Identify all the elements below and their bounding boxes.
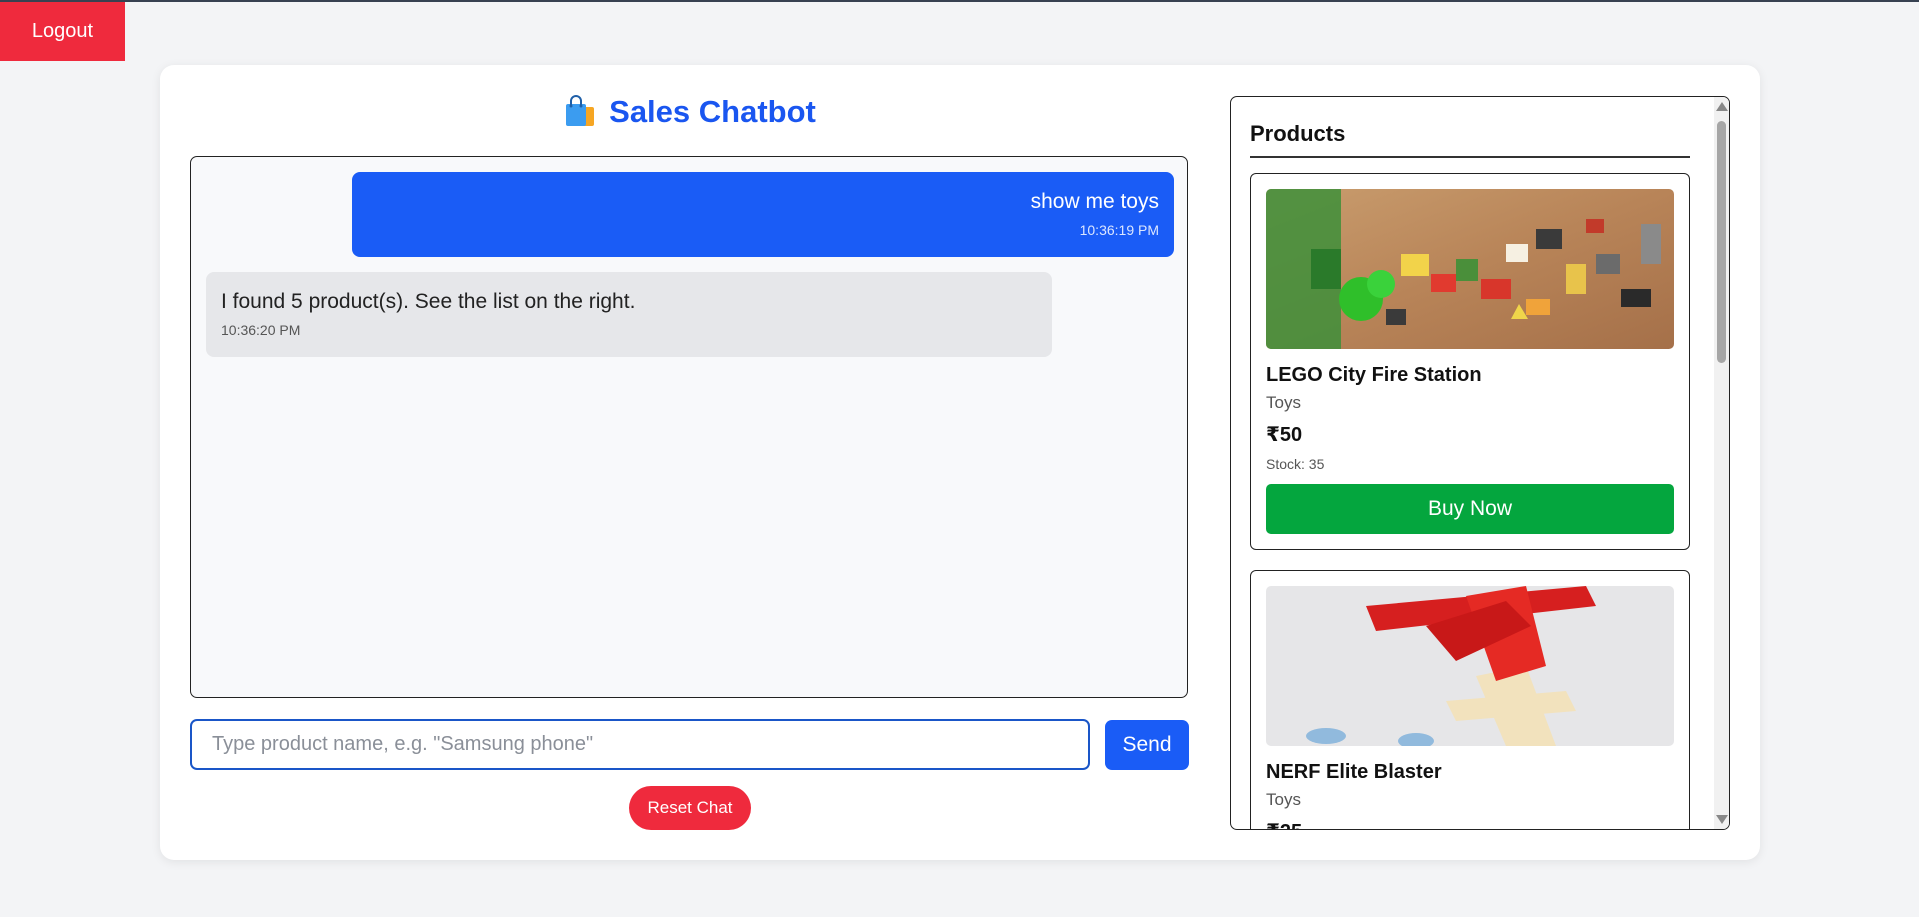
product-stock: Stock: 35	[1266, 456, 1325, 472]
bot-message-text: I found 5 product(s). See the list on th…	[221, 290, 636, 313]
user-message: show me toys 10:36:19 PM	[352, 172, 1174, 257]
bot-message-time: 10:36:20 PM	[221, 322, 301, 338]
product-image	[1266, 189, 1674, 349]
product-category: Toys	[1266, 393, 1301, 412]
user-message-time: 10:36:19 PM	[1079, 222, 1159, 238]
products-scrollbar[interactable]	[1714, 97, 1729, 829]
products-title: Products	[1250, 121, 1346, 146]
chat-window[interactable]: show me toys 10:36:19 PM I found 5 produ…	[190, 156, 1188, 698]
product-price: ₹50	[1266, 424, 1303, 446]
bot-message: I found 5 product(s). See the list on th…	[206, 272, 1052, 357]
products-panel[interactable]: Products LEGO City Fire Station Toys ₹50…	[1230, 96, 1730, 830]
product-card: LEGO City Fire Station Toys ₹50 Stock: 3…	[1250, 173, 1690, 550]
reset-chat-button[interactable]: Reset Chat	[629, 786, 751, 830]
scroll-up-arrow-icon[interactable]	[1716, 102, 1728, 111]
product-price: ₹25	[1266, 819, 1302, 829]
page-title: Sales Chatbot	[190, 94, 1189, 130]
products-divider	[1250, 156, 1690, 158]
scroll-down-arrow-icon[interactable]	[1716, 815, 1728, 824]
chat-input[interactable]	[190, 719, 1090, 770]
user-message-text: show me toys	[1030, 190, 1159, 213]
chat-title: Sales Chatbot	[609, 94, 816, 129]
product-name: LEGO City Fire Station	[1266, 364, 1482, 386]
scroll-thumb[interactable]	[1717, 121, 1726, 363]
product-image	[1266, 586, 1674, 746]
product-name: NERF Elite Blaster	[1266, 761, 1442, 783]
buy-now-button[interactable]: Buy Now	[1266, 484, 1674, 534]
product-card: NERF Elite Blaster Toys ₹25	[1250, 570, 1690, 829]
product-category: Toys	[1266, 790, 1301, 809]
send-button[interactable]: Send	[1105, 720, 1189, 770]
shopping-bag-icon	[566, 95, 595, 126]
logout-button[interactable]: Logout	[0, 2, 125, 61]
